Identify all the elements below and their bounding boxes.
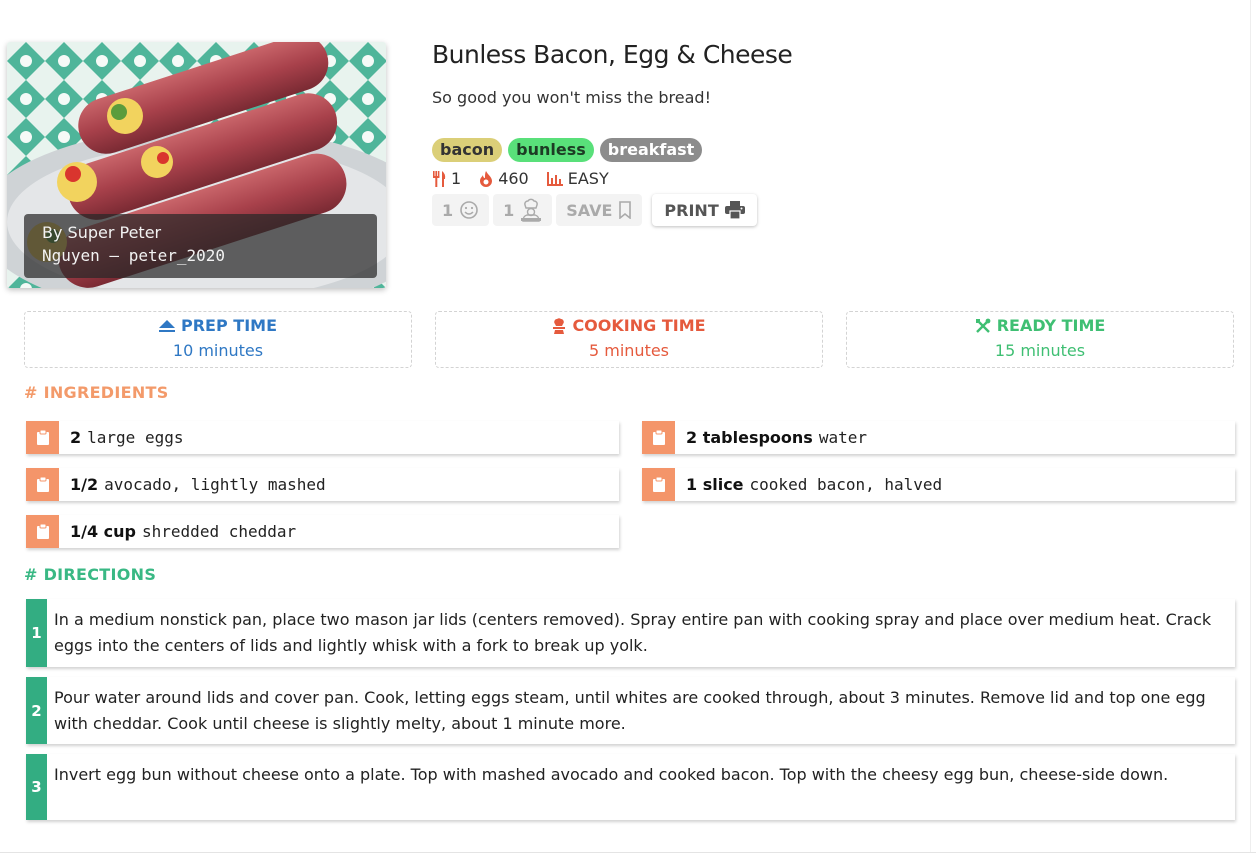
ready-time-value: 15 minutes [994,341,1086,360]
recipe-photo: By Super Peter Nguyen – peter_2020 [7,42,386,288]
likes-button[interactable]: 1 [432,194,490,226]
clipboard-icon [26,515,59,548]
recipe-card: By Super Peter Nguyen – peter_2020 Bunle… [0,0,1256,858]
utensils-cross-icon [975,318,991,333]
clipboard-icon [26,468,59,501]
tag-list: bacon bunless breakfast [432,138,703,162]
cooked-button[interactable]: 1 [493,194,553,226]
ready-time-label: READY TIME [996,316,1106,335]
ingredient-name: cooked bacon, halved [749,475,943,494]
directions-heading: # DIRECTIONS [24,565,157,584]
author-handle: Nguyen – peter_2020 [42,246,226,265]
step-number: 2 [26,677,47,744]
chef-icon [521,198,542,222]
ingredients-heading: # INGREDIENTS [24,383,169,402]
clipboard-icon [26,421,59,454]
step-text: In a medium nonstick pan, place two maso… [54,610,1212,655]
clipboard-icon [642,421,675,454]
recipe-subtitle: So good you won't miss the bread! [432,88,711,107]
author-name: By Super Peter [42,223,162,242]
servings-value: 1 [451,169,462,188]
divider [1250,0,1251,852]
direction-step: 1 In a medium nonstick pan, place two ma… [26,599,1235,667]
cooking-time-box: COOKING TIME 5 minutes [435,311,823,368]
tag-breakfast[interactable]: breakfast [599,138,703,162]
tag-bunless[interactable]: bunless [508,138,594,162]
clipboard-icon [642,468,675,501]
smiley-icon [460,201,478,219]
step-text: Pour water around lids and cover pan. Co… [54,688,1206,733]
cooked-count: 1 [503,200,515,220]
printer-icon [724,201,745,219]
servings: 1 [432,169,461,188]
ingredient-name: avocado, lightly mashed [104,475,326,494]
print-label: PRINT [664,200,719,220]
recipe-title: Bunless Bacon, Egg & Cheese [432,40,793,69]
ready-time-box: READY TIME 15 minutes [846,311,1234,368]
ingredient-name: water [818,428,867,447]
save-label: SAVE [566,200,613,220]
ingredient-item[interactable]: 2 large eggs [26,421,619,454]
bar-chart-icon [546,171,563,186]
ingredient-item[interactable]: 1 slice cooked bacon, halved [642,468,1235,501]
ingredient-qty: 1/4 cup [70,522,137,541]
tag-bacon[interactable]: bacon [432,138,503,162]
eject-icon [159,319,175,332]
prep-time-value: 10 minutes [172,341,264,360]
step-text: Invert egg bun without cheese onto a pla… [54,765,1169,784]
cooking-time-value: 5 minutes [588,341,670,360]
flame-icon [480,170,493,187]
save-button[interactable]: SAVE [556,194,643,226]
difficulty: EASY [546,169,609,188]
ingredient-qty: 2 tablespoons [686,428,813,447]
step-number: 3 [26,754,47,820]
step-number: 1 [26,599,47,667]
author-overlay: By Super Peter Nguyen – peter_2020 [24,214,377,278]
action-bar: 1 1 SAVE PRINT [432,194,757,226]
ingredient-item[interactable]: 1/2 avocado, lightly mashed [26,468,619,501]
ingredient-item[interactable]: 2 tablespoons water [642,421,1235,454]
chef-hat-icon [553,317,566,334]
ingredient-item[interactable]: 1/4 cup shredded cheddar [26,515,619,548]
cooking-time-label: COOKING TIME [572,316,706,335]
calories: 460 [479,169,529,188]
utensils-icon [433,170,446,187]
ingredient-qty: 1/2 [70,475,99,494]
likes-count: 1 [442,200,454,220]
divider [0,852,1256,853]
ingredient-qty: 2 [70,428,82,447]
print-button[interactable]: PRINT [652,194,757,226]
prep-time-label: PREP TIME [181,316,277,335]
calories-value: 460 [498,169,529,188]
prep-time-box: PREP TIME 10 minutes [24,311,412,368]
ingredient-name: large eggs [87,428,184,447]
ingredient-qty: 1 slice [686,475,744,494]
bookmark-icon [619,201,632,219]
direction-step: 2 Pour water around lids and cover pan. … [26,677,1235,744]
difficulty-value: EASY [567,169,609,188]
direction-step: 3 Invert egg bun without cheese onto a p… [26,754,1235,820]
recipe-meta: 1 460 EASY [432,169,609,188]
ingredient-name: shredded cheddar [142,522,297,541]
